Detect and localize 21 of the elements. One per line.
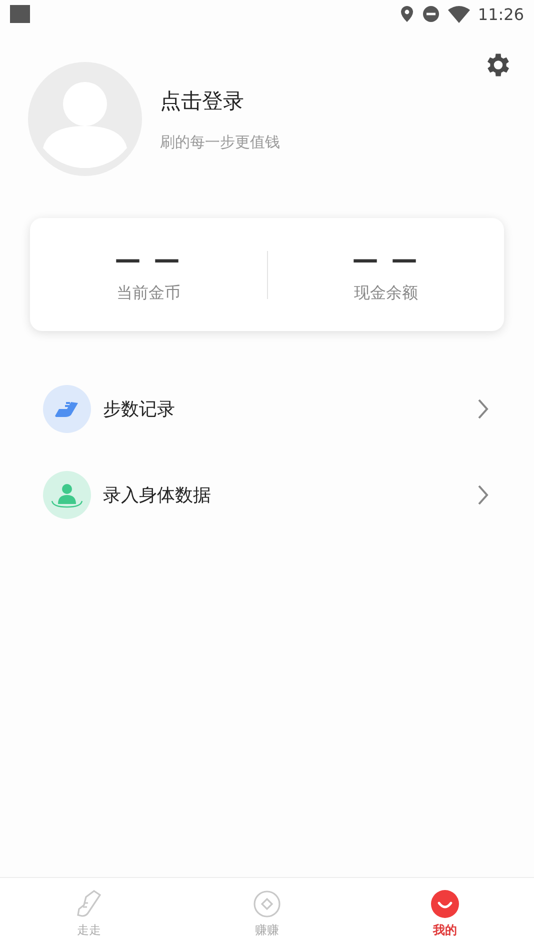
stat-value: — — [114,245,182,275]
shoe-icon [43,385,91,433]
location-icon [400,5,414,23]
chevron-right-icon [476,484,490,506]
chevron-right-icon [476,398,490,420]
person-icon [43,471,91,519]
do-not-disturb-icon [422,5,440,23]
slogan-text: 刷的每一步更值钱 [160,132,280,152]
smile-icon [430,888,460,918]
sneaker-icon [74,888,104,918]
login-link[interactable]: 点击登录 [160,86,280,114]
notification-icon [10,5,30,23]
status-time: 11:26 [478,4,524,24]
stat-label: 现金余额 [354,283,418,304]
wifi-icon [448,6,470,22]
menu-item[interactable]: 录入身体数据 [103,483,464,507]
stat-label: 当前金币 [116,283,180,304]
nav-tab[interactable]: 我的 [356,878,534,949]
menu-item[interactable]: 步数记录 [103,397,464,421]
coin-icon [252,888,282,918]
stat-value: — — [352,245,420,275]
